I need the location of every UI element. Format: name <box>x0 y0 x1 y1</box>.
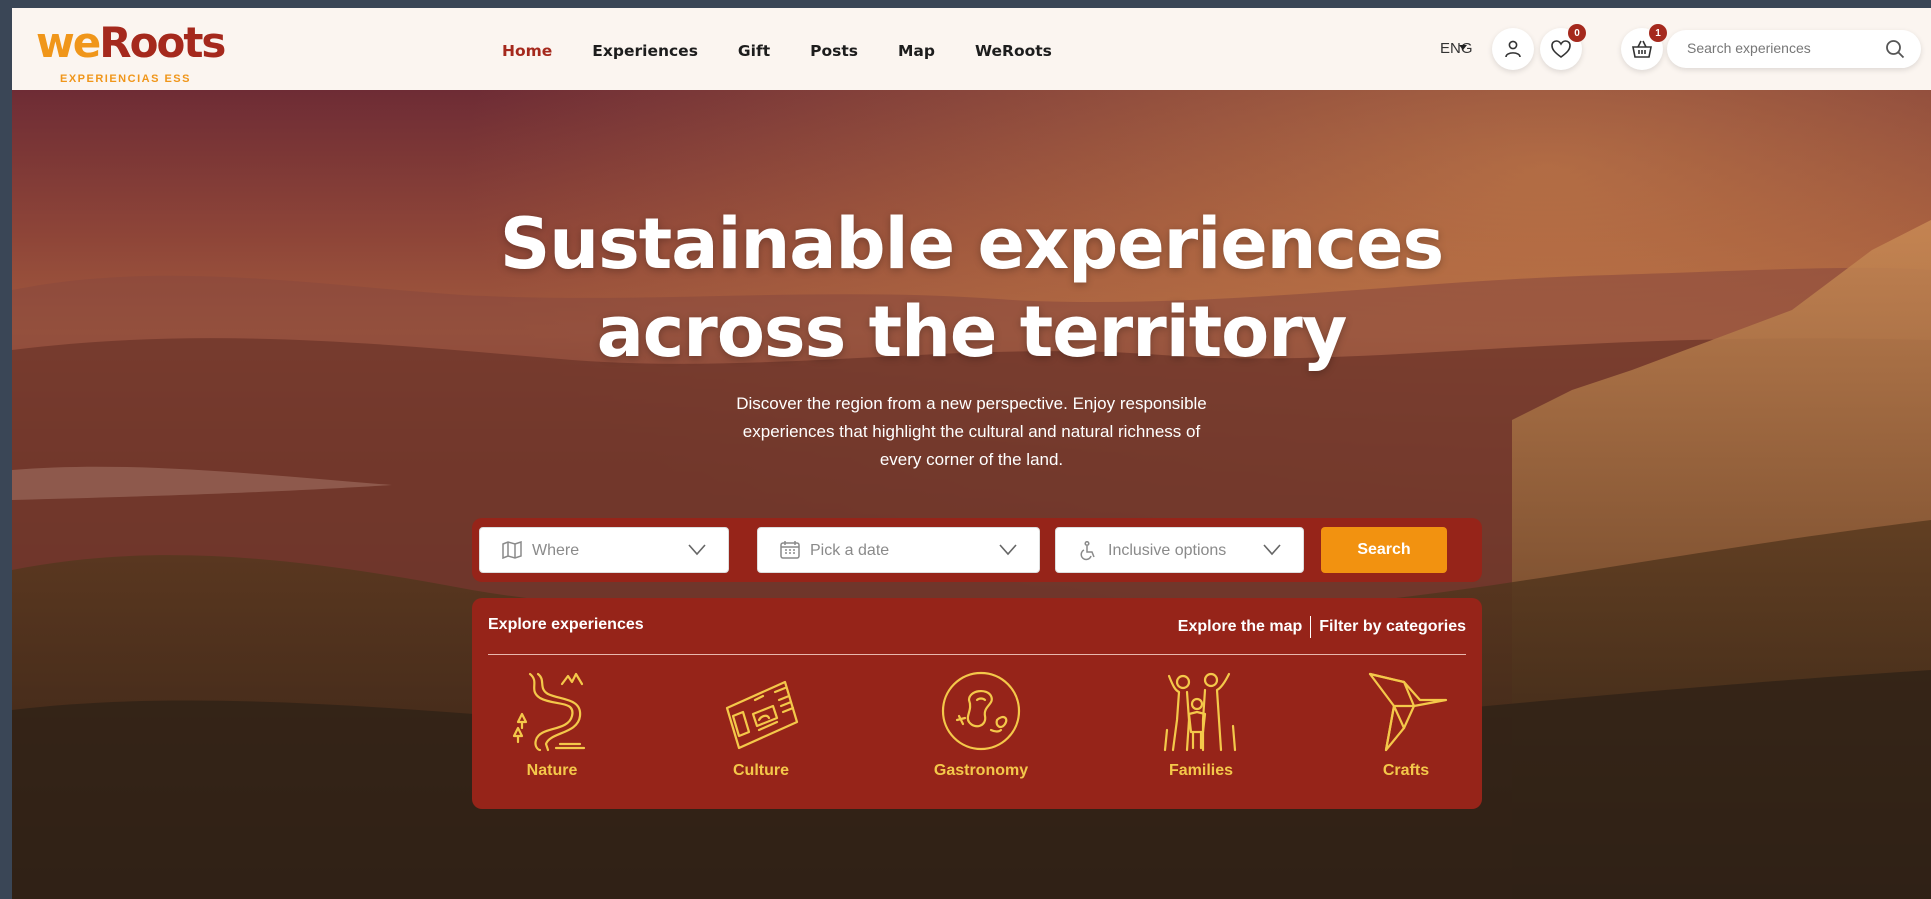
hero-section: Sustainable experiences across the terri… <box>12 90 1931 899</box>
nav-gift[interactable]: Gift <box>738 42 770 60</box>
where-label: Where <box>532 542 580 559</box>
category-label: Culture <box>733 762 789 779</box>
hero-subtitle: Discover the region from a new perspecti… <box>12 390 1931 474</box>
explore-panel: Explore experiences Explore the map Filt… <box>472 598 1482 809</box>
heart-icon <box>1551 40 1571 58</box>
category-crafts[interactable]: Crafts <box>1336 670 1476 780</box>
hero-subtitle-line-3: every corner of the land. <box>879 450 1064 469</box>
explore-links: Explore the map Filter by categories <box>1178 616 1466 638</box>
nav-map[interactable]: Map <box>898 42 935 60</box>
filter-categories-link[interactable]: Filter by categories <box>1319 618 1466 636</box>
nav-weroots[interactable]: WeRoots <box>975 42 1052 60</box>
chevron-down-icon <box>688 543 706 561</box>
logo-we: we <box>36 18 101 67</box>
crafts-icon <box>1368 672 1448 752</box>
divider <box>1310 616 1312 638</box>
search-button[interactable]: Search <box>1321 527 1447 573</box>
date-picker[interactable]: Pick a date <box>757 527 1040 573</box>
inclusive-options-dropdown[interactable]: Inclusive options <box>1055 527 1304 573</box>
search-input[interactable] <box>1685 39 1879 57</box>
nature-icon <box>512 672 586 752</box>
category-label: Gastronomy <box>933 762 1029 779</box>
where-dropdown[interactable]: Where <box>479 527 729 573</box>
main-nav: Home Experiences Gift Posts Map WeRoots <box>502 42 1052 60</box>
calendar-icon <box>780 541 800 564</box>
logo-subtitle: EXPERIENCIAS ESS <box>60 73 191 85</box>
page: weRoots EXPERIENCIAS ESS Home Experience… <box>12 8 1931 899</box>
nav-posts[interactable]: Posts <box>810 42 858 60</box>
families-icon <box>1163 672 1237 752</box>
category-gastronomy[interactable]: Gastronomy <box>911 670 1051 780</box>
language-selector[interactable]: ENG <box>1440 40 1473 57</box>
category-label: Nature <box>526 762 578 779</box>
hero-subtitle-line-2: experiences that highlight the cultural … <box>742 422 1201 441</box>
header-search <box>1667 30 1921 68</box>
logo-roots: Roots <box>99 18 226 67</box>
gastronomy-icon <box>941 671 1021 751</box>
cart-count-badge: 1 <box>1649 24 1667 42</box>
accessibility-icon <box>1078 540 1098 566</box>
favorites-count-badge: 0 <box>1568 24 1586 42</box>
culture-icon <box>725 680 799 750</box>
site-header: weRoots EXPERIENCIAS ESS Home Experience… <box>12 8 1931 91</box>
hero-title-line-1: Sustainable experiences <box>499 203 1444 285</box>
explore-title: Explore experiences <box>488 616 644 633</box>
hero-title-line-2: across the territory <box>596 291 1348 373</box>
category-nature[interactable]: Nature <box>482 670 622 780</box>
category-label: Crafts <box>1382 762 1430 779</box>
category-families[interactable]: Families <box>1131 670 1271 780</box>
date-label: Pick a date <box>810 542 890 559</box>
hero-subtitle-line-1: Discover the region from a new perspecti… <box>736 394 1207 413</box>
weroots-logo[interactable]: weRoots EXPERIENCIAS ESS <box>36 18 226 86</box>
explore-map-link[interactable]: Explore the map <box>1178 618 1302 636</box>
map-icon <box>502 540 522 564</box>
nav-home[interactable]: Home <box>502 42 552 60</box>
divider <box>488 654 1466 655</box>
category-culture[interactable]: Culture <box>691 670 831 780</box>
user-icon <box>1505 40 1521 58</box>
search-filter-bar: Where Pick a date Inclusive options Sear… <box>472 518 1482 582</box>
category-label: Families <box>1168 762 1234 779</box>
chevron-down-icon <box>1263 543 1281 561</box>
nav-experiences[interactable]: Experiences <box>592 42 698 60</box>
favorites-button[interactable]: 0 <box>1540 24 1586 70</box>
chevron-down-icon <box>1458 44 1468 55</box>
basket-icon <box>1632 40 1652 58</box>
cart-button[interactable]: 1 <box>1621 24 1667 70</box>
hero-title: Sustainable experiences across the terri… <box>12 200 1931 376</box>
account-button[interactable] <box>1492 28 1534 70</box>
inclusive-label: Inclusive options <box>1108 542 1227 559</box>
chevron-down-icon <box>999 543 1017 561</box>
search-icon[interactable] <box>1885 39 1905 64</box>
